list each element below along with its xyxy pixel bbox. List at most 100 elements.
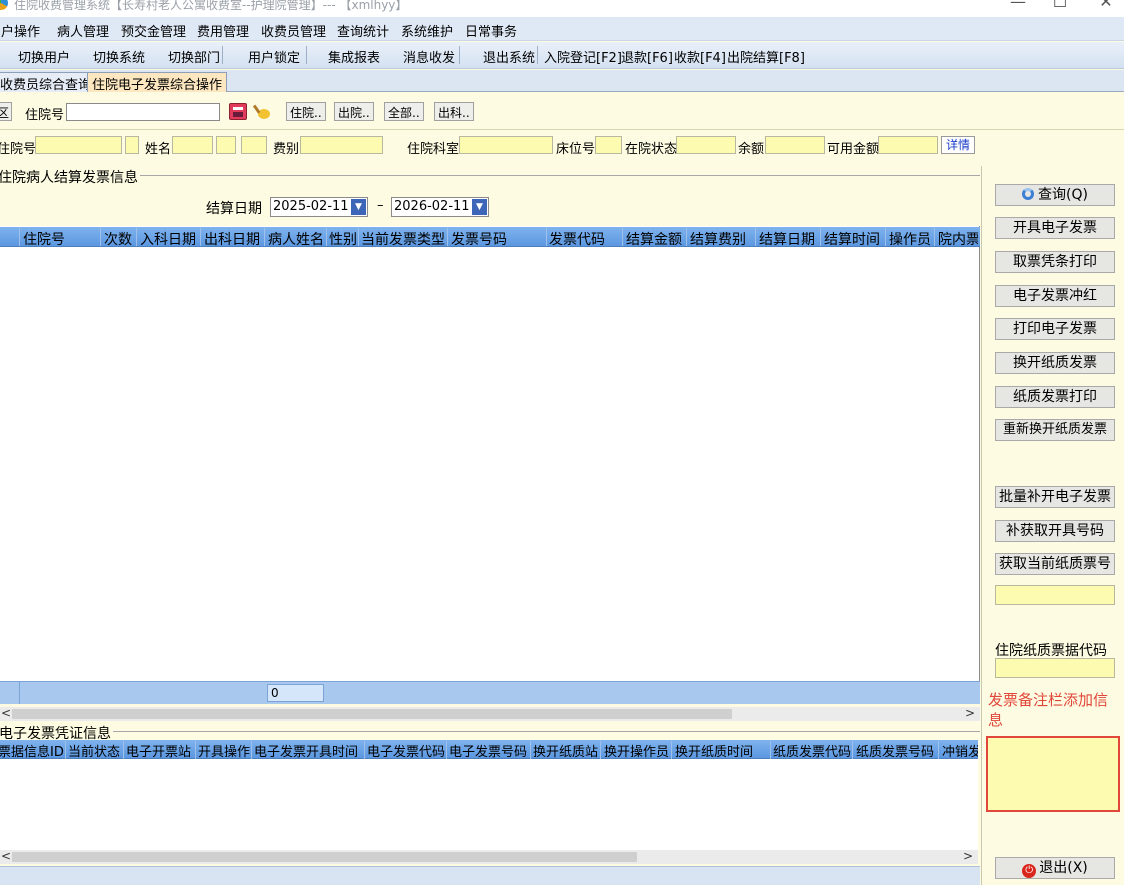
print-receipt-slip-button[interactable]: 取票凭条打印 — [995, 251, 1115, 273]
switch-system-button[interactable]: 切换系统 — [93, 47, 145, 66]
menu-query-stats[interactable]: 查询统计 — [337, 21, 389, 40]
col-settle-date[interactable]: 结算日期 — [759, 229, 815, 249]
col-times[interactable]: 次数 — [104, 229, 132, 249]
menu-user-ops[interactable]: 用户操作 — [0, 21, 40, 40]
scroll-left-icon[interactable]: < — [1, 706, 11, 720]
col-e-station[interactable]: 电子开票站 — [126, 741, 191, 760]
print-einvoice-button[interactable]: 打印电子发票 — [995, 318, 1115, 340]
settlement-grid[interactable] — [0, 226, 980, 681]
col-reverse[interactable]: 冲销发 — [942, 741, 978, 760]
messages-button[interactable]: 消息收发 — [403, 47, 455, 66]
date-to-picker[interactable]: 2026-02-11 ▼ — [391, 197, 489, 217]
minimize-icon[interactable]: — — [998, 0, 1038, 10]
menu-cashier-mgmt[interactable]: 收费员管理 — [261, 21, 326, 40]
col-settle-time[interactable]: 结算时间 — [824, 229, 880, 249]
col-settle-feibie[interactable]: 结算费别 — [690, 229, 746, 249]
refund-button[interactable]: 退款[F6] — [621, 47, 673, 66]
menu-deposit-mgmt[interactable]: 预交金管理 — [121, 21, 186, 40]
col-current-status[interactable]: 当前状态 — [68, 741, 120, 760]
col-paper-operator[interactable]: 换开操作员 — [604, 741, 669, 760]
switch-dept-button[interactable]: 切换部门 — [168, 47, 220, 66]
menu-patient-mgmt[interactable]: 病人管理 — [57, 21, 109, 40]
einvoice-reverse-button[interactable]: 电子发票冲红 — [995, 285, 1115, 307]
scroll-left-icon[interactable]: < — [1, 849, 11, 863]
col-patient-name[interactable]: 病人姓名 — [268, 229, 324, 249]
scroll-thumb[interactable] — [12, 852, 637, 862]
grid-separator — [755, 228, 756, 246]
col-bill-id[interactable]: 票据信息ID — [0, 741, 64, 760]
admission-button[interactable]: 入院登记[F2] — [544, 47, 622, 66]
close-icon[interactable]: ✕ — [1086, 0, 1124, 10]
scroll-right-icon[interactable]: > — [965, 706, 975, 720]
col-in-date[interactable]: 入科日期 — [140, 229, 196, 249]
detail-link[interactable]: 详情 — [941, 136, 975, 154]
col-settle-amount[interactable]: 结算金额 — [626, 229, 682, 249]
batch-issue-button[interactable]: 批量补开电子发票 — [995, 486, 1115, 508]
col-paper-station[interactable]: 换开纸质站 — [533, 741, 598, 760]
chevron-down-icon[interactable]: ▼ — [472, 199, 487, 215]
settle-date-label: 结算日期 — [206, 201, 262, 217]
grid-separator — [447, 228, 448, 246]
date-from-picker[interactable]: 2025-02-11 ▼ — [270, 197, 368, 217]
tab-cashier-query[interactable]: 收费员综合查询 — [0, 72, 97, 93]
col-e-issue-time[interactable]: 电子发票开具时间 — [254, 741, 358, 760]
menu-daily-affairs[interactable]: 日常事务 — [465, 21, 517, 40]
reissue-paper-button[interactable]: 重新换开纸质发票 — [995, 419, 1115, 441]
print-paper-invoice-button[interactable]: 纸质发票打印 — [995, 386, 1115, 408]
col-operator[interactable]: 操作员 — [889, 229, 931, 249]
col-invoice-type[interactable]: 当前发票类型 — [361, 229, 445, 249]
scroll-thumb[interactable] — [12, 709, 732, 719]
inpatient-filter-button[interactable]: 住院.. — [286, 102, 326, 121]
discharge-settle-button[interactable]: 出院结算[F8] — [727, 47, 805, 66]
report-button[interactable]: 集成报表 — [328, 47, 380, 66]
menu-system-maint[interactable]: 系统维护 — [401, 21, 453, 40]
remark-textarea[interactable] — [986, 736, 1120, 812]
paper-number-field[interactable] — [995, 585, 1115, 605]
truncated-button[interactable]: 区 — [0, 102, 13, 121]
col-e-invoice-code[interactable]: 电子发票代码 — [367, 741, 445, 760]
issue-einvoice-button[interactable]: 开具电子发票 — [995, 217, 1115, 239]
einvoice-grid-hscrollbar[interactable]: < > — [0, 849, 978, 864]
info-name-label: 姓名 — [145, 142, 172, 157]
collect-button[interactable]: 收款[F4] — [674, 47, 726, 66]
info-feibie-label: 费别 — [273, 142, 300, 157]
exchange-paper-button[interactable]: 换开纸质发票 — [995, 352, 1115, 374]
zyh-search-input[interactable] — [66, 103, 220, 121]
col-e-invoice-no[interactable]: 电子发票号码 — [449, 741, 527, 760]
power-icon: ⏻ — [1022, 864, 1037, 878]
get-paper-number-button[interactable]: 获取当前纸质票号 — [995, 553, 1115, 575]
col-sex[interactable]: 性别 — [329, 229, 357, 249]
tab-einvoice-ops[interactable]: 住院电子发票综合操作 — [87, 72, 228, 93]
switch-user-button[interactable]: 切换用户 — [18, 47, 70, 66]
settle-group-border — [0, 175, 980, 176]
col-issue-op[interactable]: 开具操作 — [198, 741, 250, 760]
paper-code-field[interactable] — [995, 658, 1115, 678]
out-dept-filter-button[interactable]: 出科.. — [434, 102, 474, 121]
fetch-issue-number-button[interactable]: 补获取开具号码 — [995, 520, 1115, 542]
lock-user-button[interactable]: 用户锁定 — [248, 47, 300, 66]
footer-total: 0 — [267, 684, 324, 702]
scroll-right-icon[interactable]: > — [963, 849, 973, 863]
col-paper-no[interactable]: 纸质发票号码 — [856, 741, 934, 760]
col-internal-invoice[interactable]: 院内票 — [938, 229, 978, 249]
query-button[interactable]: 查询(Q) — [995, 184, 1115, 206]
menu-fee-mgmt[interactable]: 费用管理 — [197, 21, 249, 40]
exit-button[interactable]: ⏻ 退出(X) — [995, 857, 1115, 879]
settlement-grid-footer: 0 — [0, 681, 980, 704]
col-zyh[interactable]: 住院号 — [23, 229, 65, 249]
info-feibie-field — [300, 136, 383, 154]
exit-system-button[interactable]: 退出系统 — [483, 47, 535, 66]
chevron-down-icon[interactable]: ▼ — [351, 199, 366, 215]
col-invoice-no[interactable]: 发票号码 — [451, 229, 507, 249]
col-paper-code[interactable]: 纸质发票代码 — [773, 741, 851, 760]
discharged-filter-button[interactable]: 出院.. — [334, 102, 374, 121]
info-sex-field — [216, 136, 236, 154]
all-filter-button[interactable]: 全部.. — [384, 102, 424, 121]
maximize-icon[interactable]: ☐ — [1040, 0, 1080, 10]
col-paper-time[interactable]: 换开纸质时间 — [675, 741, 753, 760]
id-card-icon[interactable] — [229, 103, 247, 120]
clear-brush-icon[interactable] — [252, 103, 271, 121]
col-out-date[interactable]: 出科日期 — [204, 229, 260, 249]
col-invoice-code[interactable]: 发票代码 — [549, 229, 605, 249]
settlement-grid-hscrollbar[interactable]: < > — [0, 706, 980, 721]
